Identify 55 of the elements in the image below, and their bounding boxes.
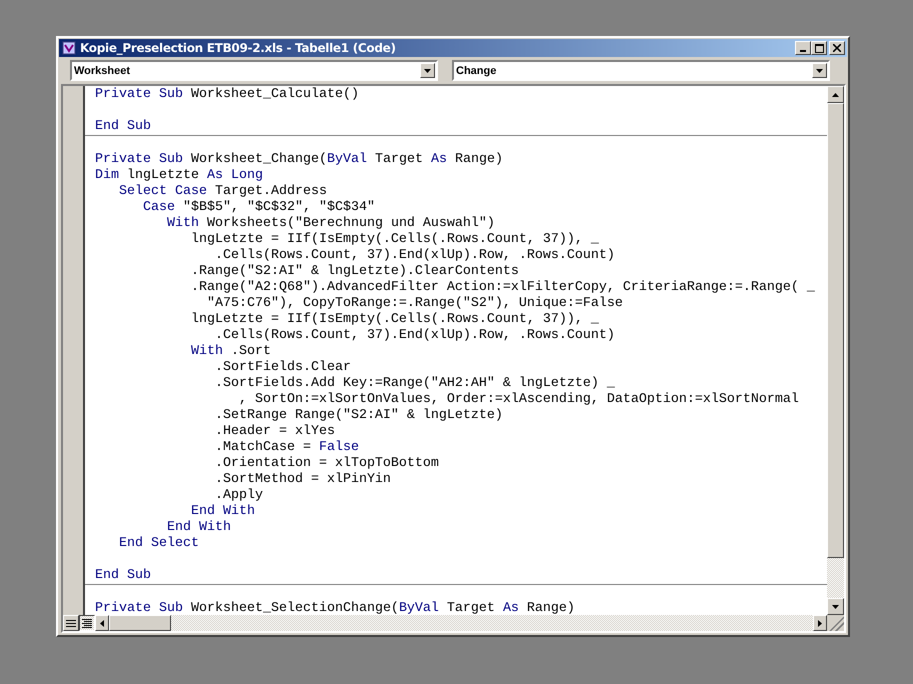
code-line: .SortFields.Add Key:=Range("AH2:AH" & lngLetzte) _ bbox=[214, 376, 615, 391]
code-line: .SortMethod = xlPinYin bbox=[214, 472, 391, 487]
scrollbar-thumb[interactable] bbox=[827, 103, 844, 558]
code-line: End Sub bbox=[95, 119, 151, 134]
window-title: Kopie_Preselection ETB09-2.xls - Tabelle1 (Code) bbox=[80, 41, 397, 55]
code-line: End With bbox=[166, 520, 231, 535]
module-view-button[interactable] bbox=[79, 615, 95, 631]
scroll-down-button[interactable] bbox=[827, 598, 844, 615]
code-line: , SortOn:=xlSortOnValues, Order:=xlAscending, DataOption:=xlSortNormal bbox=[238, 392, 799, 407]
lines-icon bbox=[82, 618, 92, 628]
code-line: Case "$B$5", "$C$32", "$C$34" bbox=[142, 200, 375, 215]
down-arrow-icon bbox=[832, 604, 839, 608]
code-line: Select Case Target.Address bbox=[118, 184, 327, 199]
object-dropdown[interactable]: Worksheet bbox=[70, 60, 438, 81]
code-line: "A75:C76"), CopyToRange:=.Range("S2"), Unique:=False bbox=[206, 296, 623, 311]
code-line: Private Sub Worksheet_Change(ByVal Target As Range) bbox=[95, 152, 503, 167]
procedure-view-button[interactable] bbox=[63, 615, 79, 631]
code-line: .Range("S2:AI" & lngLetzte).ClearContents bbox=[190, 264, 519, 279]
resize-grip-icon[interactable] bbox=[827, 615, 844, 631]
code-line: .Cells(Rows.Count, 37).End(xlUp).Row, .Rows.Count) bbox=[214, 328, 615, 343]
code-line: End Select bbox=[118, 536, 199, 551]
left-arrow-icon bbox=[100, 620, 104, 626]
minimize-button[interactable] bbox=[795, 41, 811, 55]
module-icon bbox=[62, 41, 76, 55]
code-line: .MatchCase = False bbox=[214, 440, 359, 455]
code-line: Private Sub Worksheet_SelectionChange(ByVal Target As Range) bbox=[95, 601, 575, 615]
code-line: Dim lngLetzte As Long bbox=[95, 168, 263, 183]
code-line: .Orientation = xlTopToBottom bbox=[214, 456, 439, 471]
scroll-up-button[interactable] bbox=[827, 86, 844, 103]
scrollbar-thumb[interactable] bbox=[109, 615, 171, 631]
code-line: End With bbox=[190, 504, 255, 519]
close-icon bbox=[833, 44, 841, 52]
code-line: With Worksheets("Berechnung und Auswahl") bbox=[166, 216, 495, 231]
maximize-icon bbox=[814, 44, 824, 52]
close-button[interactable] bbox=[829, 41, 845, 55]
maximize-button[interactable] bbox=[811, 41, 827, 55]
code-line: .Header = xlYes bbox=[214, 424, 335, 439]
dropdown-arrow-icon bbox=[816, 68, 823, 72]
code-line: lngLetzte = IIf(IsEmpty(.Cells(.Rows.Count, 37)), _ bbox=[190, 232, 599, 247]
up-arrow-icon bbox=[832, 92, 839, 96]
code-line: End Sub bbox=[95, 568, 151, 583]
code-line: .Range("A2:Q68").AdvancedFilter Action:=xlFilterCopy, CriteriaRange:=.Range( _ bbox=[190, 280, 815, 295]
code-line: .SetRange Range("S2:AI" & lngLetzte) bbox=[214, 408, 503, 423]
code-line: .SortFields.Clear bbox=[214, 360, 351, 375]
scroll-left-button[interactable] bbox=[95, 615, 109, 631]
dropdown-arrow-icon bbox=[424, 68, 431, 72]
code-line: .Cells(Rows.Count, 37).End(xlUp).Row, .Rows.Count) bbox=[214, 248, 615, 263]
lines-icon bbox=[66, 618, 76, 628]
code-line: .Apply bbox=[214, 488, 263, 503]
code-line: Private Sub Worksheet_Calculate() bbox=[95, 87, 359, 102]
scroll-right-button[interactable] bbox=[813, 615, 827, 631]
right-arrow-icon bbox=[818, 620, 822, 626]
code-line: lngLetzte = IIf(IsEmpty(.Cells(.Rows.Count, 37)), _ bbox=[190, 312, 599, 327]
code-line: With .Sort bbox=[190, 344, 271, 359]
procedure-dropdown[interactable]: Change bbox=[452, 60, 830, 81]
